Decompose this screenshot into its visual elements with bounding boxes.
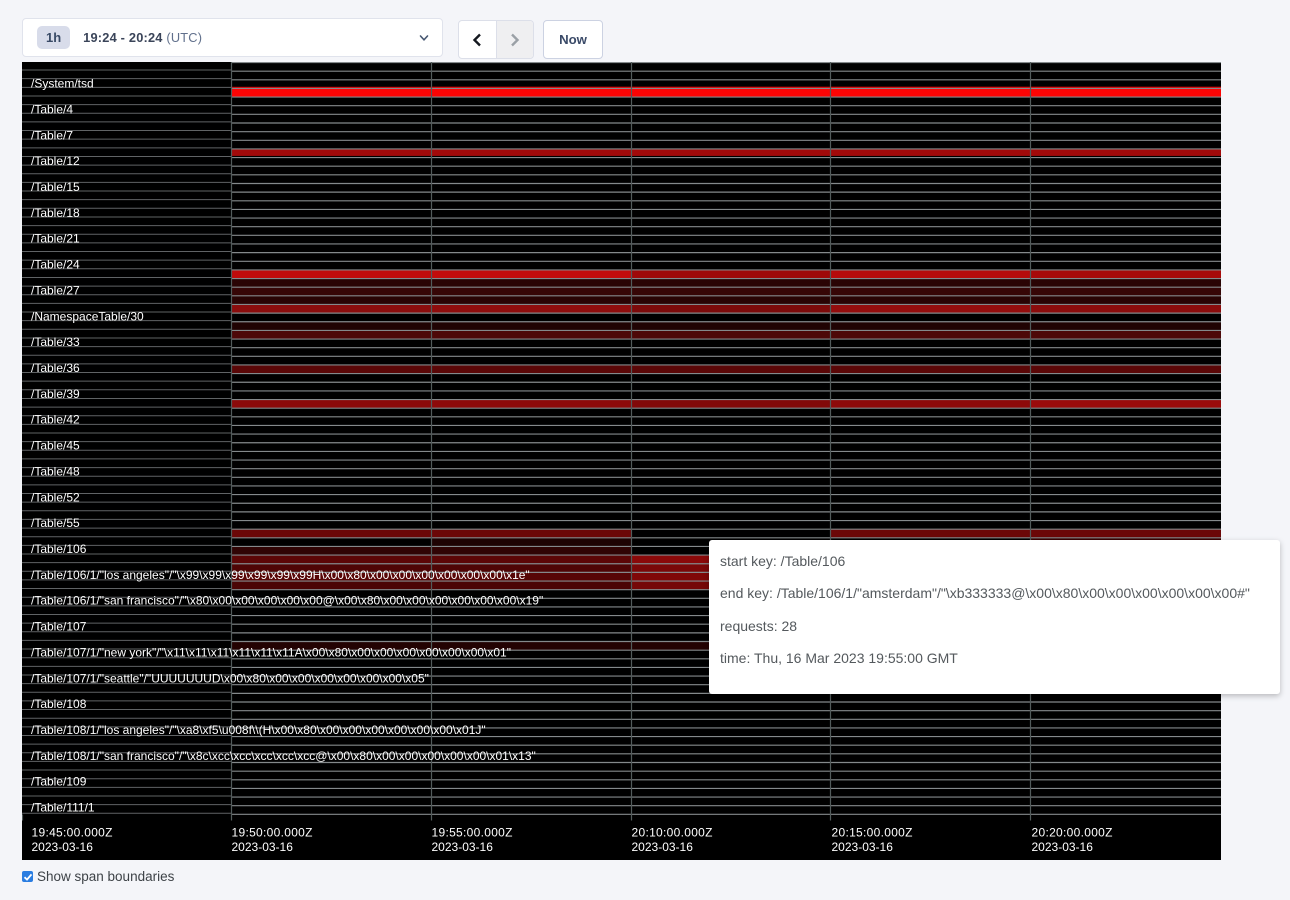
svg-text:/Table/106: /Table/106 bbox=[31, 542, 87, 556]
svg-text:/Table/52: /Table/52 bbox=[31, 490, 80, 504]
svg-text:/Table/42: /Table/42 bbox=[31, 412, 80, 426]
svg-text:2023-03-16: 2023-03-16 bbox=[32, 839, 94, 853]
svg-text:/Table/107/1/"new york"/"\x11\: /Table/107/1/"new york"/"\x11\x11\x11\x1… bbox=[31, 645, 511, 659]
svg-text:/Table/108/1/"san francisco"/": /Table/108/1/"san francisco"/"\x8c\xcc\x… bbox=[31, 748, 536, 762]
svg-text:/Table/48: /Table/48 bbox=[31, 464, 80, 478]
svg-text:19:55:00.000Z: 19:55:00.000Z bbox=[432, 825, 513, 839]
svg-text:/Table/106/1/"san francisco"/": /Table/106/1/"san francisco"/"\x80\x00\x… bbox=[31, 593, 543, 607]
svg-text:/Table/39: /Table/39 bbox=[31, 386, 80, 400]
svg-text:/Table/33: /Table/33 bbox=[31, 335, 80, 349]
svg-text:20:20:00.000Z: 20:20:00.000Z bbox=[1032, 825, 1113, 839]
svg-text:/Table/27: /Table/27 bbox=[31, 283, 80, 297]
svg-text:/Table/109: /Table/109 bbox=[31, 774, 87, 788]
svg-text:2023-03-16: 2023-03-16 bbox=[232, 839, 294, 853]
svg-text:19:50:00.000Z: 19:50:00.000Z bbox=[232, 825, 313, 839]
svg-text:2023-03-16: 2023-03-16 bbox=[632, 839, 694, 853]
svg-text:/Table/36: /Table/36 bbox=[31, 361, 80, 375]
svg-text:/Table/4: /Table/4 bbox=[31, 102, 73, 116]
svg-text:/Table/12: /Table/12 bbox=[31, 154, 80, 168]
svg-text:/Table/107/1/"seattle"/"UUUUUU: /Table/107/1/"seattle"/"UUUUUUUD\x00\x80… bbox=[31, 671, 429, 685]
svg-text:/Table/108/1/"los angeles"/"\x: /Table/108/1/"los angeles"/"\xa8\xf5\u00… bbox=[31, 723, 486, 737]
svg-text:/Table/18: /Table/18 bbox=[31, 205, 80, 219]
svg-text:/Table/45: /Table/45 bbox=[31, 438, 80, 452]
svg-text:20:15:00.000Z: 20:15:00.000Z bbox=[832, 825, 913, 839]
svg-text:/Table/15: /Table/15 bbox=[31, 180, 80, 194]
svg-text:/Table/108: /Table/108 bbox=[31, 697, 87, 711]
svg-text:20:10:00.000Z: 20:10:00.000Z bbox=[632, 825, 713, 839]
svg-text:2023-03-16: 2023-03-16 bbox=[432, 839, 494, 853]
svg-text:2023-03-16: 2023-03-16 bbox=[832, 839, 894, 853]
svg-text:/Table/55: /Table/55 bbox=[31, 516, 80, 530]
svg-text:/Table/24: /Table/24 bbox=[31, 257, 80, 271]
svg-text:/NamespaceTable/30: /NamespaceTable/30 bbox=[31, 309, 144, 323]
svg-text:/Table/21: /Table/21 bbox=[31, 231, 80, 245]
svg-text:2023-03-16: 2023-03-16 bbox=[1032, 839, 1094, 853]
svg-text:/Table/106/1/"los angeles"/"\x: /Table/106/1/"los angeles"/"\x99\x99\x99… bbox=[31, 567, 530, 581]
svg-text:/System/tsd: /System/tsd bbox=[31, 76, 94, 90]
svg-text:19:45:00.000Z: 19:45:00.000Z bbox=[32, 825, 113, 839]
svg-text:/Table/107: /Table/107 bbox=[31, 619, 87, 633]
svg-text:/Table/7: /Table/7 bbox=[31, 128, 73, 142]
svg-text:/Table/111/1: /Table/111/1 bbox=[31, 800, 95, 814]
